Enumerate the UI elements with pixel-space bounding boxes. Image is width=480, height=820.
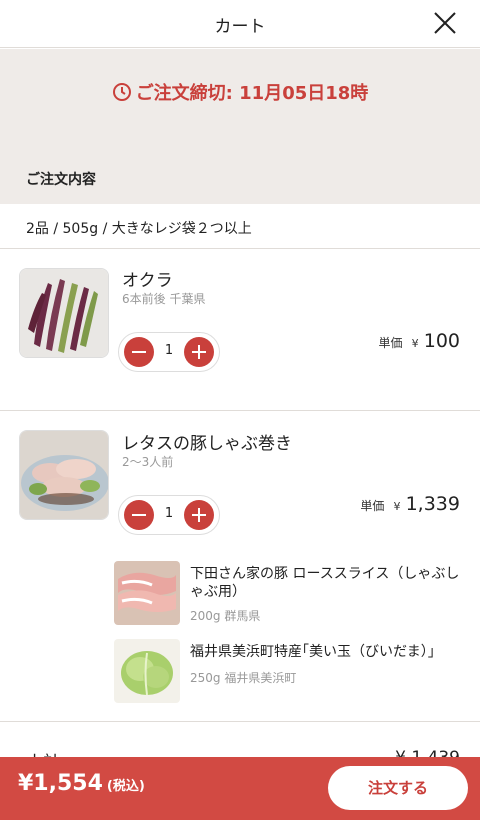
quantity-value: 1: [164, 506, 174, 521]
unit-price: 単価 ¥ 100: [379, 330, 460, 352]
increase-quantity-button[interactable]: [184, 500, 214, 530]
quantity-stepper: 1: [118, 332, 220, 372]
checkout-bar: ¥1,554 (税込) 注文する: [0, 757, 480, 820]
component-info: 200g 群馬県: [190, 609, 261, 623]
clock-icon: [112, 83, 131, 101]
deadline-banner: ご注文締切: 11月05日18時 ご注文内容: [0, 49, 480, 204]
item-description: 2〜3人前: [122, 455, 174, 469]
increase-quantity-button[interactable]: [184, 337, 214, 367]
deadline-text: ご注文締切: 11月05日18時: [135, 83, 369, 104]
unit-price-value: 100: [423, 330, 460, 352]
header: カート: [0, 0, 480, 48]
page-title: カート: [214, 17, 266, 37]
component-item-lettuce: 福井県美浜町特産｢美い玉（びいだま）｣ 250g 福井県美浜町: [114, 639, 480, 705]
place-order-button[interactable]: 注文する: [328, 766, 468, 810]
item-name: レタスの豚しゃぶ巻き: [122, 434, 292, 454]
total-amount: ¥1,554: [18, 771, 103, 796]
lettuce-pork-roll-image: [19, 430, 109, 520]
quantity-stepper: 1: [118, 495, 220, 535]
close-icon: [434, 12, 456, 34]
currency-symbol: ¥: [393, 500, 401, 513]
cart-item-okra: オクラ 6本前後 千葉県 1 単価 ¥ 100: [0, 250, 480, 410]
item-name: オクラ: [122, 271, 173, 291]
unit-price: 単価 ¥ 1,339: [360, 493, 460, 515]
pork-image: [114, 561, 180, 625]
section-title: ご注文内容: [26, 172, 96, 188]
quantity-value: 1: [164, 343, 174, 358]
close-button[interactable]: [428, 6, 462, 40]
unit-price-label: 単価: [378, 336, 403, 350]
lettuce-image: [114, 639, 180, 703]
cart-item-lettuce-pork-roll: レタスの豚しゃぶ巻き 2〜3人前 1 単価 ¥ 1,339 下田さん家の豚 ロー…: [0, 411, 480, 721]
currency-symbol: ¥: [411, 337, 419, 350]
total-price: ¥1,554 (税込): [18, 771, 145, 796]
divider: [0, 721, 480, 722]
component-item-pork: 下田さん家の豚 ローススライス（しゃぶしゃぶ用） 200g 群馬県: [114, 561, 480, 627]
okra-image: [19, 268, 109, 358]
order-summary: 2品 / 505g / 大きなレジ袋２つ以上: [0, 204, 480, 249]
component-name: 下田さん家の豚 ローススライス（しゃぶしゃぶ用）: [190, 566, 460, 600]
item-description: 6本前後 千葉県: [122, 292, 206, 306]
tax-note: (税込): [106, 779, 145, 794]
component-info: 250g 福井県美浜町: [190, 671, 297, 685]
unit-price-value: 1,339: [405, 493, 460, 515]
component-name: 福井県美浜町特産｢美い玉（びいだま）｣: [190, 644, 435, 660]
order-deadline: ご注文締切: 11月05日18時: [0, 79, 480, 105]
unit-price-label: 単価: [360, 499, 385, 513]
